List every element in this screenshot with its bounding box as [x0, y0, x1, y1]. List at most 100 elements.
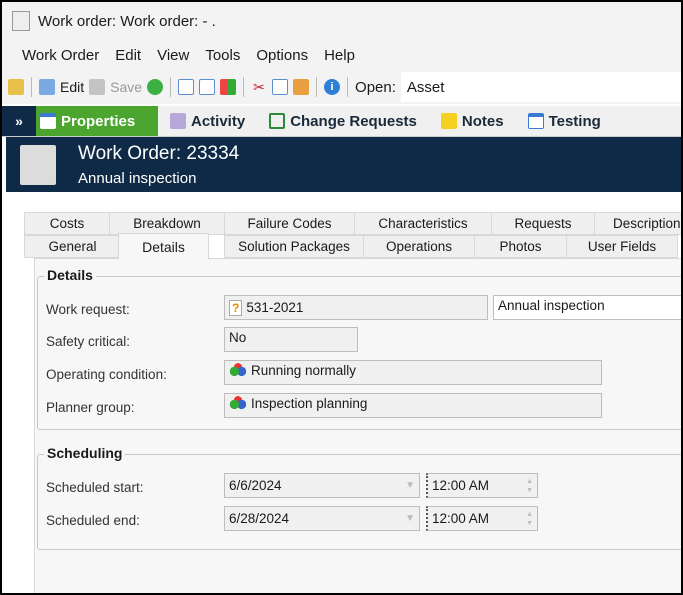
tab-label: Failure Codes — [247, 216, 332, 231]
field-value: No — [229, 330, 247, 345]
scheduled-end-time[interactable]: 12:00 AM ▲ ▼ — [426, 506, 538, 531]
tab-details[interactable]: Details — [118, 233, 209, 259]
new-icon[interactable] — [178, 79, 195, 95]
nav-change-requests[interactable]: Change Requests — [257, 106, 429, 136]
tab-failure-codes[interactable]: Failure Codes — [224, 212, 355, 235]
open-input[interactable]: Asset — [400, 72, 681, 102]
nav-properties[interactable]: Properties — [36, 106, 158, 136]
menu-help[interactable]: Help — [316, 47, 363, 64]
chevron-down-icon[interactable]: ▼ — [405, 513, 415, 524]
nav-testing[interactable]: Testing — [516, 106, 613, 136]
work-request-field[interactable]: ? 531-2021 — [224, 295, 488, 320]
scheduled-start-label: Scheduled start: — [46, 480, 144, 495]
safety-critical-field[interactable]: No — [224, 327, 358, 352]
nav-label: Properties — [61, 112, 136, 130]
tab-operations[interactable]: Operations — [363, 235, 475, 258]
open-label: Open: — [355, 78, 396, 96]
nav-label: Testing — [548, 112, 601, 130]
category-icon — [229, 396, 247, 410]
paste-icon[interactable] — [293, 79, 310, 95]
operating-condition-label: Operating condition: — [46, 367, 167, 382]
header-title: Work Order: 23334 — [78, 143, 240, 164]
spinner-icon[interactable]: ▲ ▼ — [526, 510, 533, 528]
safety-critical-label: Safety critical: — [46, 334, 131, 349]
scheduling-group: Scheduling Scheduled start: 6/6/2024 ▼ 12… — [37, 445, 681, 550]
nav-activity[interactable]: Activity — [158, 106, 257, 136]
field-value: 6/28/2024 — [229, 511, 290, 526]
category-icon — [229, 363, 247, 377]
nav-label: Change Requests — [290, 112, 417, 130]
folder-up-icon[interactable] — [8, 79, 24, 95]
info-icon[interactable]: i — [324, 79, 341, 95]
tab-description[interactable]: Description — [594, 212, 681, 235]
scheduled-end-date[interactable]: 6/28/2024 ▼ — [224, 506, 420, 531]
menu-edit[interactable]: Edit — [107, 47, 149, 64]
windows-icon[interactable] — [220, 79, 237, 95]
header-subtitle: Annual inspection — [78, 170, 197, 187]
planner-group-label: Planner group: — [46, 400, 135, 415]
field-value: Inspection planning — [251, 396, 368, 411]
tab-user-fields[interactable]: User Fields — [566, 235, 678, 258]
tab-label: General — [48, 239, 97, 254]
copy-icon[interactable] — [199, 79, 216, 95]
window-icon — [527, 113, 544, 129]
save-icon[interactable] — [89, 79, 106, 95]
menu-options[interactable]: Options — [248, 47, 316, 64]
tab-label: Requests — [514, 216, 572, 231]
tab-label: Breakdown — [133, 216, 201, 231]
tab-costs[interactable]: Costs — [24, 212, 110, 235]
save-button[interactable]: Save — [110, 79, 142, 95]
window-title: Work order: Work order: - . — [38, 12, 216, 30]
field-value: 12:00 AM — [432, 511, 490, 526]
separator — [347, 77, 349, 97]
tab-label: Description — [613, 216, 681, 231]
separator — [316, 77, 318, 97]
tab-label: Characteristics — [378, 216, 468, 231]
tab-general[interactable]: General — [24, 235, 121, 258]
group-title: Details — [44, 267, 96, 283]
group-title: Scheduling — [44, 445, 126, 461]
chevron-down-icon[interactable]: ▼ — [405, 480, 415, 491]
field-value: 12:00 AM — [432, 478, 490, 493]
nav-label: Notes — [461, 112, 504, 130]
collapse-button[interactable]: » — [2, 106, 36, 136]
separator — [243, 77, 245, 97]
tab-label: Solution Packages — [238, 239, 350, 254]
tab-label: Photos — [499, 239, 542, 254]
tab-solution-packages[interactable]: Solution Packages — [224, 235, 364, 258]
details-panel: Details Work request: ? 531-2021 Annual i… — [34, 258, 681, 593]
note-icon — [440, 113, 457, 129]
tab-label: Operations — [385, 239, 453, 254]
tab-label: Details — [142, 238, 185, 255]
tab-requests[interactable]: Requests — [491, 212, 595, 235]
field-value: Running normally — [251, 363, 357, 378]
window-icon — [40, 113, 56, 129]
wrench-icon — [20, 145, 56, 185]
spinner-icon[interactable]: ▲ ▼ — [526, 477, 533, 495]
work-request-label: Work request: — [46, 302, 130, 317]
operating-condition-field[interactable]: Running normally — [224, 360, 602, 385]
scheduled-start-date[interactable]: 6/6/2024 ▼ — [224, 473, 420, 498]
tab-photos[interactable]: Photos — [474, 235, 567, 258]
work-request-description-field[interactable]: Annual inspection — [493, 295, 681, 320]
refresh-icon[interactable] — [147, 79, 164, 95]
field-value: 531-2021 — [246, 300, 304, 315]
copy-icon[interactable] — [272, 79, 289, 95]
menu-view[interactable]: View — [149, 47, 197, 64]
planner-group-field[interactable]: Inspection planning — [224, 393, 602, 418]
menu-tools[interactable]: Tools — [197, 47, 248, 64]
scheduled-start-time[interactable]: 12:00 AM ▲ ▼ — [426, 473, 538, 498]
toolbar: Edit Save ✂ i Open: Asset — [2, 70, 681, 104]
menu-work-order[interactable]: Work Order — [14, 47, 107, 64]
tab-characteristics[interactable]: Characteristics — [354, 212, 492, 235]
menu-bar: Work Order Edit View Tools Options Help — [2, 40, 681, 70]
edit-button[interactable]: Edit — [60, 79, 84, 95]
cut-icon[interactable]: ✂ — [251, 79, 267, 95]
tab-breakdown[interactable]: Breakdown — [109, 212, 225, 235]
open-input-value: Asset — [406, 78, 445, 96]
grid-icon — [269, 113, 286, 129]
work-order-window: Work order: Work order: - . Work Order E… — [2, 2, 681, 593]
nav-notes[interactable]: Notes — [429, 106, 516, 136]
tab-label: Costs — [49, 216, 85, 231]
edit-icon[interactable] — [39, 79, 55, 95]
